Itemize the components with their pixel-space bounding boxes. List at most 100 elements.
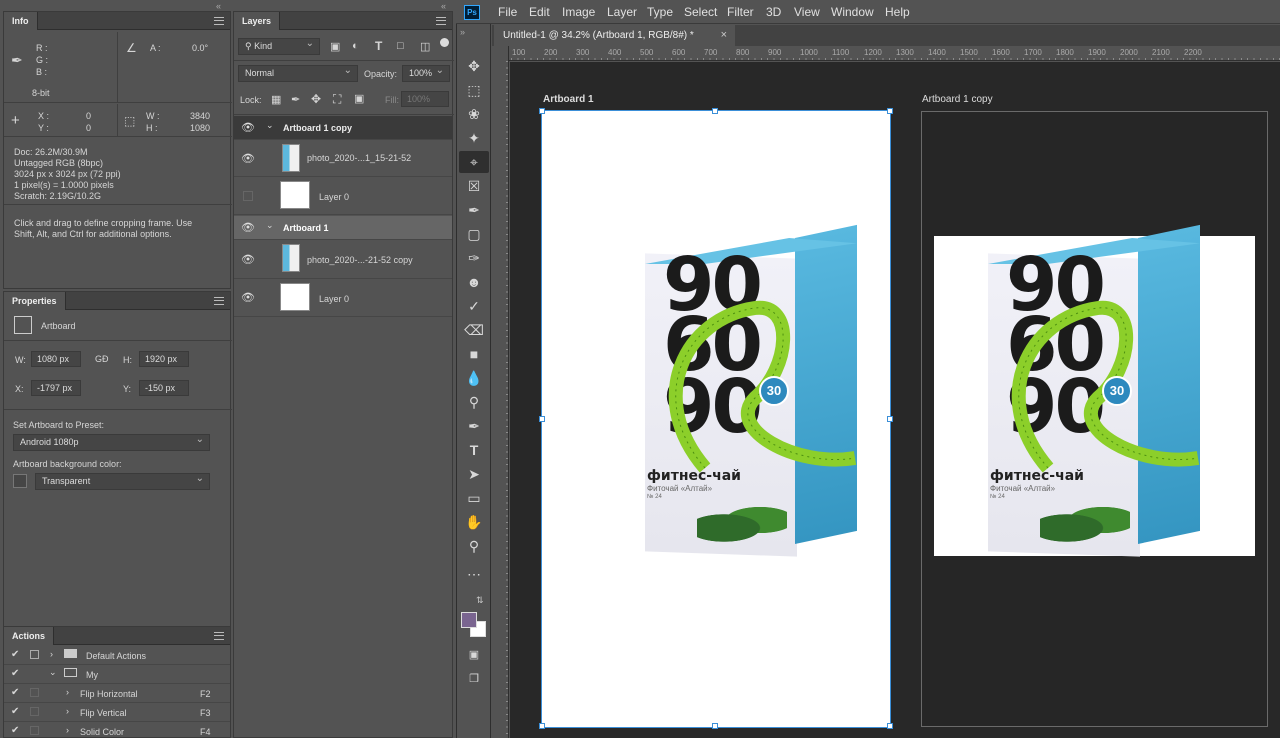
check-icon[interactable]: ✔ (11, 706, 19, 717)
panel-menu-icon[interactable] (214, 297, 224, 305)
shape-filter-icon[interactable]: □ (397, 40, 404, 52)
info-tab[interactable]: Info (4, 12, 38, 30)
layer-row[interactable]: Layer 0 (234, 177, 452, 215)
path-selection-tool-icon[interactable]: ➤ (459, 463, 489, 485)
bg-color-swatch[interactable] (13, 474, 27, 488)
gradient-tool-icon[interactable]: ■ (459, 343, 489, 365)
move-tool-icon[interactable]: ✥ (459, 55, 489, 77)
lock-brush-icon[interactable]: ✒ (291, 93, 300, 106)
layer-row[interactable]: 👁 Layer 0 (234, 279, 452, 317)
screen-mode-icon[interactable]: ❐ (459, 668, 489, 690)
layer-row[interactable]: 👁 photo_2020-...1_15-21-52 (234, 140, 452, 177)
chevron-right-icon[interactable]: › (66, 725, 69, 735)
transform-handle[interactable] (712, 723, 718, 729)
artboard-label[interactable]: Artboard 1 (543, 94, 594, 105)
menu-image[interactable]: Image (556, 0, 601, 24)
crop-tool-icon[interactable]: ⌖ (459, 151, 489, 173)
layer-row[interactable]: 👁 ⌄ Artboard 1 (234, 216, 452, 240)
menu-help[interactable]: Help (879, 0, 916, 24)
transform-handle[interactable] (887, 723, 893, 729)
dodge-tool-icon[interactable]: ⚲ (459, 391, 489, 413)
swap-colors-icon[interactable]: ⇅ (476, 595, 484, 606)
action-item[interactable]: ✔ ⌄ My (4, 665, 230, 684)
bg-color-select[interactable]: Transparent (35, 471, 210, 490)
fill-input[interactable]: 100% (401, 91, 449, 107)
layer-row[interactable]: 👁 ⌄ Artboard 1 copy (234, 116, 452, 140)
opacity-input[interactable]: 100% (402, 63, 450, 82)
visibility-box[interactable] (243, 191, 253, 201)
collapse-panels-icon[interactable]: « (441, 1, 446, 11)
chevron-down-icon[interactable]: ⌄ (266, 220, 274, 231)
action-item[interactable]: ✔ › Flip Vertical F3 (4, 703, 230, 722)
menu-type[interactable]: Type (641, 0, 679, 24)
layer-filter-select[interactable]: ⚲ Kind (238, 36, 320, 55)
product-box-image[interactable]: 90 60 90 30 фитнес-чай Фиточай «Алтай» №… (645, 224, 857, 557)
dialog-toggle-icon[interactable] (30, 688, 39, 697)
hand-tool-icon[interactable]: ✋ (459, 511, 489, 533)
blend-mode-select[interactable]: Normal (238, 63, 358, 82)
magic-wand-tool-icon[interactable]: ✦ (459, 127, 489, 149)
artboard-label[interactable]: Artboard 1 copy (922, 94, 993, 105)
healing-brush-tool-icon[interactable]: ▢ (459, 223, 489, 245)
action-item[interactable]: ✔ › Flip Horizontal F2 (4, 684, 230, 703)
filter-toggle-icon[interactable] (440, 38, 449, 47)
action-item[interactable]: ✔ › Solid Color F4 (4, 722, 230, 738)
height-input[interactable]: 1920 px (139, 351, 189, 367)
adjustment-filter-icon[interactable]: ◐ (352, 40, 359, 52)
menu-layer[interactable]: Layer (601, 0, 643, 24)
ps-logo[interactable]: Ps (464, 5, 480, 20)
panel-menu-icon[interactable] (214, 632, 224, 640)
eye-icon[interactable]: 👁 (241, 221, 255, 234)
eye-icon[interactable]: 👁 (241, 291, 255, 304)
lasso-tool-icon[interactable]: ❀ (459, 103, 489, 125)
panel-menu-icon[interactable] (436, 17, 446, 25)
dialog-toggle-icon[interactable] (30, 726, 39, 735)
menu-window[interactable]: Window (825, 0, 880, 24)
lock-transparent-icon[interactable]: ▦ (271, 93, 281, 106)
frame-tool-icon[interactable]: ☒ (459, 175, 489, 197)
transform-handle[interactable] (539, 108, 545, 114)
transform-handle[interactable] (887, 416, 893, 422)
dialog-toggle-icon[interactable] (30, 707, 39, 716)
menu-edit[interactable]: Edit (523, 0, 556, 24)
transform-handle[interactable] (539, 723, 545, 729)
layers-tab[interactable]: Layers (234, 12, 281, 30)
menu-view[interactable]: View (788, 0, 826, 24)
lock-move-icon[interactable]: ✥ (311, 92, 321, 106)
pen-tool-icon[interactable]: ✒ (459, 415, 489, 437)
rectangle-tool-icon[interactable]: ▭ (459, 487, 489, 509)
eye-icon[interactable]: 👁 (241, 253, 255, 266)
lock-artboard-icon[interactable]: ⛶ (333, 92, 341, 107)
x-input[interactable]: -1797 px (31, 380, 81, 396)
check-icon[interactable]: ✔ (11, 687, 19, 698)
properties-tab[interactable]: Properties (4, 292, 66, 310)
history-brush-tool-icon[interactable]: ✓ (459, 295, 489, 317)
transform-handle[interactable] (539, 416, 545, 422)
eraser-tool-icon[interactable]: ⌫ (459, 319, 489, 341)
zoom-tool-icon[interactable]: ⚲ (459, 535, 489, 557)
panel-menu-icon[interactable] (214, 17, 224, 25)
collapse-panels-icon[interactable]: « (216, 1, 221, 11)
transform-handle[interactable] (887, 108, 893, 114)
eye-icon[interactable]: 👁 (241, 152, 255, 165)
dialog-toggle-icon[interactable] (30, 650, 39, 659)
blur-tool-icon[interactable]: 💧 (459, 367, 489, 389)
close-icon[interactable]: × (721, 25, 727, 46)
clone-stamp-tool-icon[interactable]: ☻ (459, 271, 489, 293)
menu-3d[interactable]: 3D (760, 0, 787, 24)
check-icon[interactable]: ✔ (11, 725, 19, 736)
menu-file[interactable]: File (492, 0, 523, 24)
check-icon[interactable]: ✔ (11, 649, 19, 660)
check-icon[interactable]: ✔ (11, 668, 19, 679)
more-tools-icon[interactable]: ⋯ (459, 563, 489, 585)
quick-mask-icon[interactable]: ▣ (459, 644, 489, 666)
actions-tab[interactable]: Actions (4, 627, 55, 645)
chevron-right-icon[interactable]: › (50, 649, 53, 659)
preset-select[interactable]: Android 1080p (13, 432, 210, 451)
pixel-filter-icon[interactable]: ▣ (330, 40, 340, 53)
type-tool-icon[interactable]: T (459, 439, 489, 461)
lock-all-icon[interactable]: ▣ (354, 92, 364, 105)
eye-icon[interactable]: 👁 (241, 121, 255, 134)
transform-handle[interactable] (712, 108, 718, 114)
menu-filter[interactable]: Filter (721, 0, 760, 24)
